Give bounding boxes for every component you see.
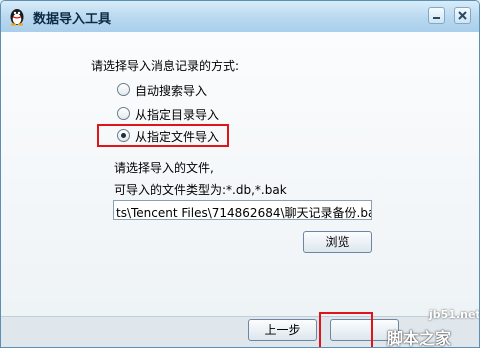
window-title: 数据导入工具: [33, 12, 112, 27]
file-types-label: 可导入的文件类型为:*.db,*.bak: [114, 183, 287, 197]
minimize-icon: [433, 17, 440, 19]
dialog-window: 数据导入工具 请选择导入消息记录的方式: 自动搜索导入 从指定目录导入 从指定文…: [0, 0, 480, 348]
radio-button[interactable]: [117, 107, 130, 120]
radio-button[interactable]: [117, 83, 130, 96]
highlight-box: [97, 124, 229, 147]
highlight-box-next: [319, 312, 373, 347]
watermark-text: 脚本之家: [387, 329, 452, 348]
import-method-prompt: 请选择导入消息记录的方式:: [91, 59, 240, 73]
close-button[interactable]: [454, 7, 471, 24]
radio-label: 从指定目录导入: [135, 108, 220, 122]
browse-button[interactable]: 浏览: [303, 231, 372, 253]
close-icon: [458, 11, 467, 20]
previous-step-button[interactable]: 上一步: [248, 319, 317, 341]
qq-penguin-icon: [10, 9, 24, 26]
select-file-label: 请选择导入的文件,: [114, 161, 214, 175]
file-path-input[interactable]: ts\Tencent Files\714862684\聊天记录备份.bak: [113, 200, 372, 220]
radio-label: 自动搜索导入: [135, 84, 208, 98]
minimize-button[interactable]: [428, 7, 445, 24]
title-bar[interactable]: 数据导入工具: [1, 1, 479, 32]
watermark-url: jb51.net: [429, 308, 480, 321]
content-area: [1, 32, 479, 316]
file-path-value: ts\Tencent Files\714862684\聊天记录备份.bak: [116, 206, 372, 220]
